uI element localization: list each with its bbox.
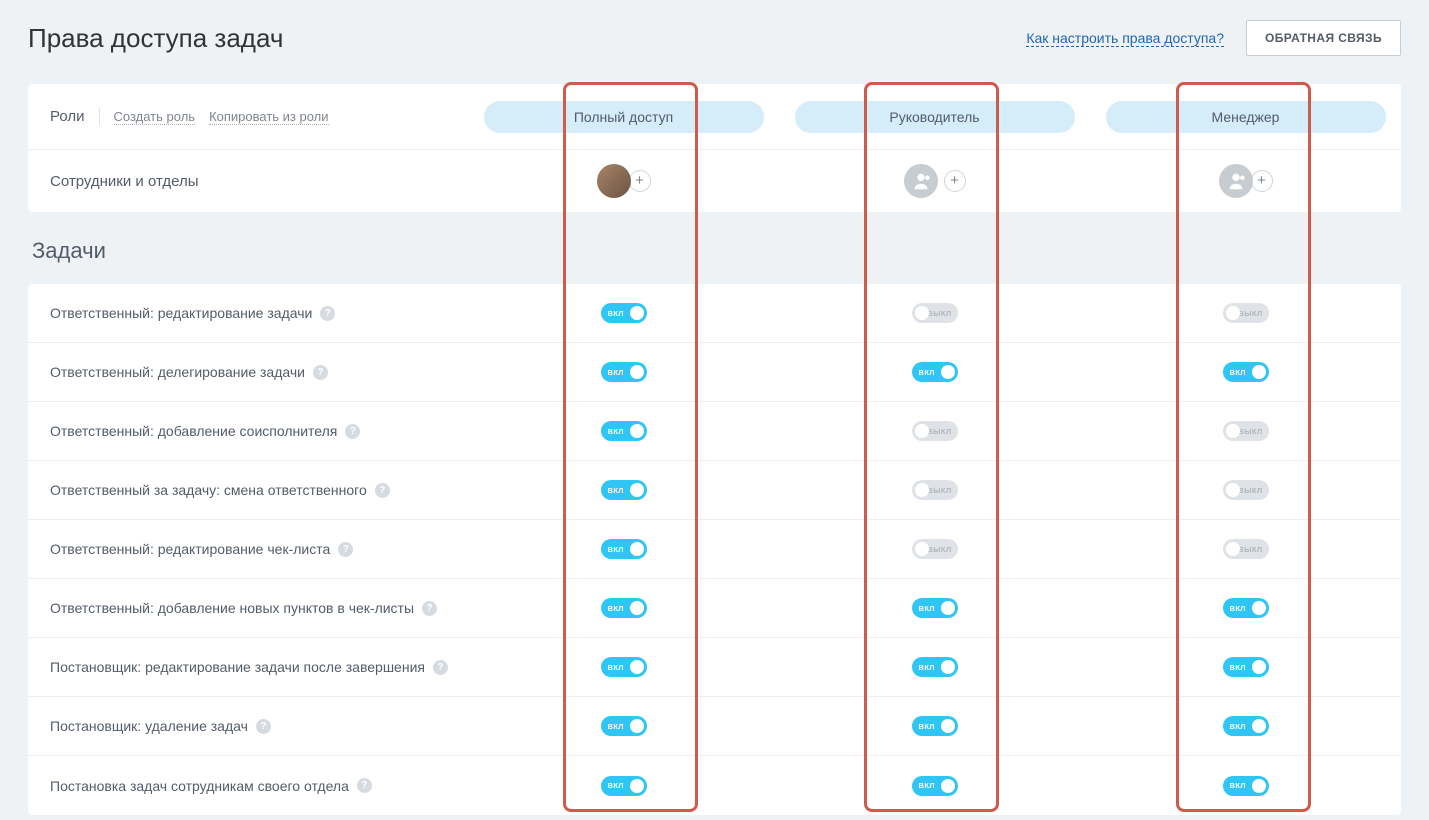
user-avatar-icon[interactable] <box>597 164 631 198</box>
permission-toggle[interactable]: ВКЛ <box>601 598 647 618</box>
permission-label: Ответственный: добавление новых пунктов … <box>28 600 468 616</box>
permission-toggle[interactable]: ВЫКЛ <box>1223 480 1269 500</box>
permission-toggle[interactable]: ВЫКЛ <box>912 539 958 559</box>
permission-row: Ответственный: добавление соисполнителя?… <box>28 402 1401 461</box>
permission-toggle[interactable]: ВКЛ <box>601 421 647 441</box>
help-icon[interactable]: ? <box>338 542 353 557</box>
permission-toggle[interactable]: ВЫКЛ <box>912 303 958 323</box>
permission-toggle[interactable]: ВКЛ <box>912 716 958 736</box>
permission-row: Ответственный за задачу: смена ответстве… <box>28 461 1401 520</box>
help-icon[interactable]: ? <box>313 365 328 380</box>
group-avatar-icon <box>904 164 938 198</box>
permission-toggle[interactable]: ВКЛ <box>601 657 647 677</box>
permission-row: Ответственный: делегирование задачи? ВКЛ В… <box>28 343 1401 402</box>
help-icon[interactable]: ? <box>345 424 360 439</box>
role-column-full-access[interactable]: Полный доступ <box>484 101 764 133</box>
top-bar: Права доступа задач Как настроить права … <box>28 20 1401 56</box>
help-icon[interactable]: ? <box>357 778 372 793</box>
permission-toggle[interactable]: ВЫКЛ <box>1223 421 1269 441</box>
add-employee-button[interactable]: + <box>629 170 651 192</box>
permission-toggle[interactable]: ВКЛ <box>1223 362 1269 382</box>
page-title: Права доступа задач <box>28 23 283 54</box>
permission-toggle[interactable]: ВКЛ <box>601 539 647 559</box>
permission-toggle[interactable]: ВКЛ <box>601 716 647 736</box>
add-employee-button[interactable]: + <box>1251 170 1273 192</box>
permission-toggle[interactable]: ВКЛ <box>912 657 958 677</box>
permission-row: Ответственный: добавление новых пунктов … <box>28 579 1401 638</box>
permissions-panel: Ответственный: редактирование задачи? ВКЛ… <box>28 284 1401 815</box>
help-icon[interactable]: ? <box>433 660 448 675</box>
employees-label: Сотрудники и отделы <box>28 173 468 190</box>
permission-toggle[interactable]: ВЫКЛ <box>1223 303 1269 323</box>
permission-row: Постановка задач сотрудникам своего отде… <box>28 756 1401 815</box>
permission-toggle[interactable]: ВКЛ <box>1223 657 1269 677</box>
permission-toggle[interactable]: ВЫКЛ <box>912 480 958 500</box>
permission-label: Постановка задач сотрудникам своего отде… <box>28 778 468 794</box>
permission-row: Ответственный: редактирование задачи? ВКЛ… <box>28 284 1401 343</box>
permission-toggle[interactable]: ВКЛ <box>601 303 647 323</box>
permission-toggle[interactable]: ВКЛ <box>601 480 647 500</box>
help-link[interactable]: Как настроить права доступа? <box>1026 30 1224 47</box>
permission-row: Постановщик: редактирование задачи после… <box>28 638 1401 697</box>
permission-label: Ответственный: редактирование задачи? <box>28 305 468 321</box>
permission-toggle[interactable]: ВКЛ <box>1223 598 1269 618</box>
permission-label: Ответственный: редактирование чек-листа? <box>28 541 468 557</box>
permission-toggle[interactable]: ВЫКЛ <box>1223 539 1269 559</box>
permission-label: Ответственный за задачу: смена ответстве… <box>28 482 468 498</box>
permission-toggle[interactable]: ВКЛ <box>912 362 958 382</box>
permission-toggle[interactable]: ВКЛ <box>1223 776 1269 796</box>
copy-from-role-link[interactable]: Копировать из роли <box>209 109 328 125</box>
permission-toggle[interactable]: ВЫКЛ <box>912 421 958 441</box>
roles-panel: Роли Создать роль Копировать из роли Пол… <box>28 84 1401 212</box>
permission-label: Постановщик: удаление задач? <box>28 718 468 734</box>
create-role-link[interactable]: Создать роль <box>114 109 196 125</box>
help-icon[interactable]: ? <box>320 306 335 321</box>
feedback-button[interactable]: ОБРАТНАЯ СВЯЗЬ <box>1246 20 1401 56</box>
section-title-tasks: Задачи <box>28 212 1401 284</box>
roles-label: Роли <box>50 108 100 125</box>
permission-toggle[interactable]: ВКЛ <box>601 776 647 796</box>
group-avatar-icon <box>1219 164 1253 198</box>
permission-label: Постановщик: редактирование задачи после… <box>28 659 468 675</box>
help-icon[interactable]: ? <box>375 483 390 498</box>
permission-row: Ответственный: редактирование чек-листа?… <box>28 520 1401 579</box>
permission-row: Постановщик: удаление задач? ВКЛ ВКЛ ВКЛ <box>28 697 1401 756</box>
permission-toggle[interactable]: ВКЛ <box>1223 716 1269 736</box>
permission-toggle[interactable]: ВКЛ <box>912 776 958 796</box>
add-employee-button[interactable]: + <box>944 170 966 192</box>
role-column-supervisor[interactable]: Руководитель <box>795 101 1075 133</box>
help-icon[interactable]: ? <box>422 601 437 616</box>
permission-label: Ответственный: добавление соисполнителя? <box>28 423 468 439</box>
role-column-manager[interactable]: Менеджер <box>1106 101 1386 133</box>
permission-toggle[interactable]: ВКЛ <box>912 598 958 618</box>
help-icon[interactable]: ? <box>256 719 271 734</box>
permission-toggle[interactable]: ВКЛ <box>601 362 647 382</box>
permission-label: Ответственный: делегирование задачи? <box>28 364 468 380</box>
